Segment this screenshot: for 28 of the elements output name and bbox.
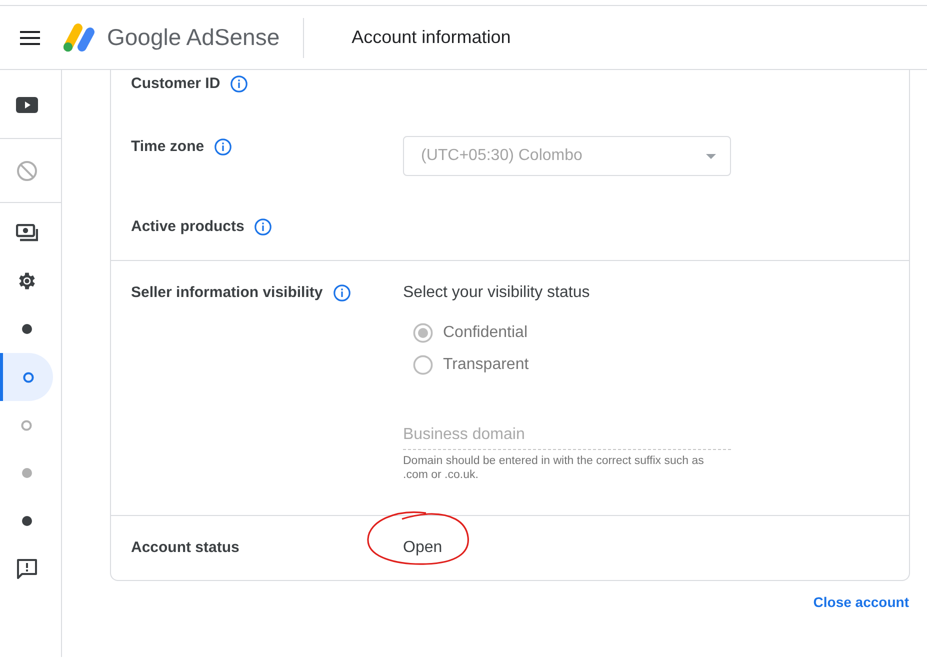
field-label: Customer ID [131,74,220,94]
dropdown-caret-icon [706,154,716,158]
radio-label: Confidential [443,323,528,343]
helper-text: Domain should be entered in with the correct suffix such as .com or .co.uk. [403,454,705,482]
money-icon [16,224,38,242]
blocked-icon [16,160,38,182]
menu-icon [20,30,40,44]
logo-icon [62,22,96,52]
ring-icon [22,372,34,382]
field-label: Time zone [131,136,204,157]
ring-icon [21,420,32,430]
status-value: Open [403,539,442,556]
radio-label: Transparent [443,355,529,375]
page-title: Account information [352,26,511,49]
field-label: Seller information visibility [131,282,323,303]
video-icon [16,96,38,112]
info-icon[interactable] [230,75,248,93]
dot-icon [22,516,32,526]
feedback-icon [16,558,38,580]
info-icon[interactable] [254,218,272,236]
dot-icon [22,468,32,478]
close-account-link[interactable]: Close account [813,592,909,613]
visibility-prompt: Select your visibility status [403,283,591,303]
nav-item[interactable] [0,353,53,401]
product-name: Google AdSense [107,23,280,52]
field-label: Active products [131,216,244,237]
field-label: Account status [131,538,240,558]
dot-icon [22,324,32,334]
